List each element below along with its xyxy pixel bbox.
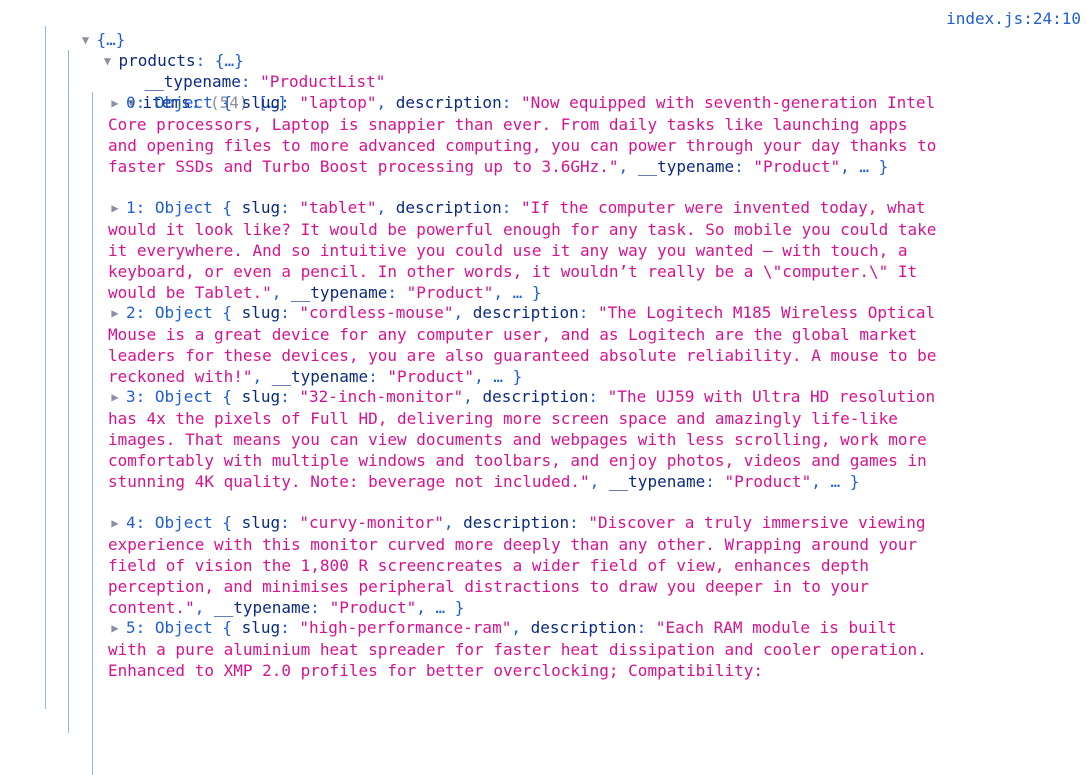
- source-location-link[interactable]: index.js:24:10: [946, 8, 1081, 29]
- list-item[interactable]: ▶ 2: Object { slug: "cordless-mouse", des…: [108, 302, 938, 387]
- triangle-right-icon[interactable]: ▶: [108, 387, 122, 408]
- list-item[interactable]: ▶ 4: Object { slug: "curvy-monitor", desc…: [108, 512, 938, 618]
- triangle-right-icon[interactable]: ▶: [108, 198, 122, 219]
- list-item[interactable]: ▶ 1: Object { slug: "tablet", description…: [108, 197, 938, 303]
- triangle-right-icon[interactable]: ▶: [108, 303, 122, 324]
- tree-guide-line: [68, 50, 69, 733]
- triangle-right-icon[interactable]: ▶: [108, 618, 122, 639]
- list-item[interactable]: ▶ 3: Object { slug: "32-inch-monitor", de…: [108, 386, 938, 492]
- list-item[interactable]: ▶ 5: Object { slug: "high-performance-ram…: [108, 617, 938, 681]
- tree-guide-line: [45, 26, 46, 709]
- triangle-right-icon[interactable]: ▶: [108, 93, 122, 114]
- triangle-right-icon[interactable]: ▶: [108, 513, 122, 534]
- console-output: index.js:24:10 ▼ {…} ▼ products: {…} __typ…: [0, 0, 1087, 775]
- list-item[interactable]: ▶ 0: Object { slug: "laptop", description…: [108, 92, 938, 177]
- tree-guide-line: [92, 92, 93, 775]
